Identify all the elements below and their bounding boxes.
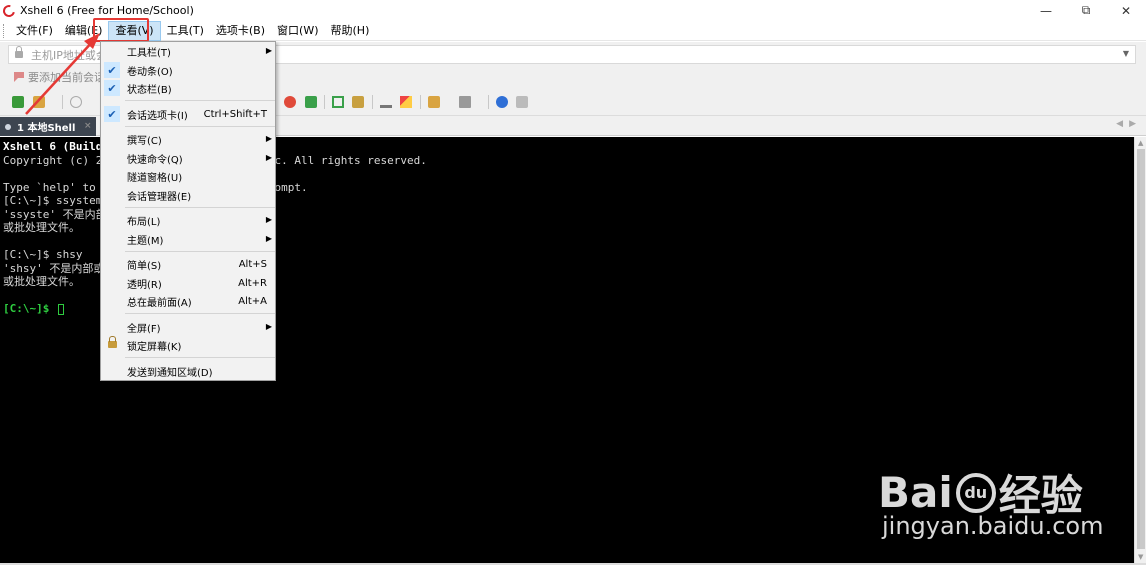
connect-icon[interactable] (70, 96, 82, 108)
menu-separator (125, 313, 275, 314)
tab-local-shell[interactable]: 1 本地Shell × (0, 117, 96, 136)
terminal-cursor (57, 303, 64, 315)
view-menu-quick-commands[interactable]: 快速命令(Q) ▶ (102, 149, 275, 167)
xshell-logo-icon (0, 2, 18, 19)
tab-label: 1 本地Shell (17, 123, 76, 134)
checkmark-icon: ✔ (104, 62, 120, 78)
paw-logo-icon: du (955, 472, 996, 513)
menu-tools[interactable]: 工具(T) (161, 21, 210, 41)
view-menu-tunnel-pane[interactable]: 隧道窗格(U) (102, 167, 275, 185)
bookmark-icon[interactable] (14, 72, 24, 82)
baidu-jingyan-watermark: Bai du 经验 jingyan.baidu.com (878, 440, 1103, 550)
new-session-icon[interactable] (12, 96, 24, 108)
close-icon[interactable]: × (84, 121, 92, 131)
menu-file[interactable]: 文件(F) (10, 21, 59, 41)
window-title: Xshell 6 (Free for Home/School) (20, 4, 194, 17)
menu-separator (125, 207, 275, 208)
view-menu-layout[interactable]: 布局(L) ▶ (102, 211, 275, 229)
terminal-scrollbar[interactable]: ▲ ▼ (1134, 137, 1146, 563)
scroll-down-icon[interactable]: ▼ (1138, 553, 1143, 561)
submenu-arrow-icon: ▶ (265, 46, 272, 55)
tab-status-dot (5, 123, 11, 130)
xftp-icon[interactable] (284, 96, 296, 108)
window-controls: — ⧉ ✕ (1026, 0, 1146, 21)
submenu-arrow-icon: ▶ (265, 215, 272, 224)
submenu-arrow-icon: ▶ (265, 234, 272, 243)
checkmark-icon: ✔ (104, 106, 120, 122)
view-menu-statusbar[interactable]: ✔ 状态栏(B) (102, 79, 275, 97)
view-menu-scrollbar[interactable]: ✔ 卷动条(O) (102, 61, 275, 79)
lock-icon (108, 336, 117, 348)
view-menu-send-to-tray[interactable]: 发送到通知区域(D) (102, 362, 275, 380)
minimize-button[interactable]: — (1026, 0, 1066, 21)
view-menu-transparent[interactable]: 透明(R) Alt+R (102, 274, 275, 292)
tab-nav-arrows[interactable]: ◀▶ (1116, 119, 1142, 129)
submenu-arrow-icon: ▶ (265, 134, 272, 143)
view-menu-fullscreen[interactable]: 全屏(F) ▶ (102, 318, 275, 336)
menu-separator (125, 251, 275, 252)
menu-grip (3, 23, 6, 38)
menu-window[interactable]: 窗口(W) (271, 21, 324, 41)
submenu-arrow-icon: ▶ (265, 322, 272, 331)
compose-icon[interactable] (400, 96, 412, 108)
view-menu-dropdown: 工具栏(T) ▶ ✔ 卷动条(O) ✔ 状态栏(B) ✔ 会话选项卡(I) Ct… (100, 41, 276, 381)
view-menu-simple[interactable]: 简单(S) Alt+S (102, 255, 275, 273)
keyboard-icon[interactable] (380, 96, 392, 108)
xshell-transfer-icon[interactable] (305, 96, 317, 108)
title-bar: Xshell 6 (Free for Home/School) — ⧉ ✕ (0, 0, 1146, 21)
help-icon[interactable] (496, 96, 508, 108)
terminal-prompt: [C:\~]$ (3, 302, 56, 315)
submenu-arrow-icon: ▶ (265, 153, 272, 162)
view-menu-lock-screen[interactable]: 锁定屏幕(K) (102, 336, 275, 354)
toolbar-separator (324, 95, 325, 109)
menu-tabs[interactable]: 选项卡(B) (210, 21, 271, 41)
view-menu-compose[interactable]: 撰写(C) ▶ (102, 130, 275, 148)
watermark-url: jingyan.baidu.com (882, 512, 1104, 540)
toolbar-separator (62, 95, 63, 109)
maximize-button[interactable]: ⧉ (1066, 0, 1106, 21)
toolbar-separator (488, 95, 489, 109)
menu-separator (125, 357, 275, 358)
checkmark-icon: ✔ (104, 80, 120, 96)
view-menu-theme[interactable]: 主题(M) ▶ (102, 230, 275, 248)
toolbar-separator (420, 95, 421, 109)
scroll-up-icon[interactable]: ▲ (1138, 139, 1143, 147)
view-menu-always-on-top[interactable]: 总在最前面(A) Alt+A (102, 292, 275, 310)
menu-bar: 文件(F) 编辑(E) 查看(V) 工具(T) 选项卡(B) 窗口(W) 帮助(… (0, 20, 1146, 41)
toolbar-separator (372, 95, 373, 109)
menu-separator (125, 100, 275, 101)
layout-icon[interactable] (459, 96, 471, 108)
menu-help[interactable]: 帮助(H) (325, 21, 376, 41)
view-menu-toolbar[interactable]: 工具栏(T) ▶ (102, 42, 275, 60)
chevron-down-icon[interactable]: ▼ (1123, 49, 1129, 58)
view-menu-session-manager[interactable]: 会话管理器(E) (102, 186, 275, 204)
fullscreen-icon[interactable] (332, 96, 344, 108)
add-tab-icon[interactable] (428, 96, 440, 108)
lock-screen-icon[interactable] (352, 96, 364, 108)
annotation-highlight-box (93, 18, 149, 42)
scrollbar-thumb[interactable] (1137, 149, 1145, 549)
view-menu-session-tabs[interactable]: ✔ 会话选项卡(I) Ctrl+Shift+T (102, 105, 275, 123)
menu-separator (125, 126, 275, 127)
open-folder-icon[interactable] (33, 96, 45, 108)
lock-icon (15, 46, 23, 58)
chevron-down-icon[interactable] (51, 97, 57, 109)
chat-icon[interactable] (516, 96, 528, 108)
close-button[interactable]: ✕ (1106, 0, 1146, 21)
